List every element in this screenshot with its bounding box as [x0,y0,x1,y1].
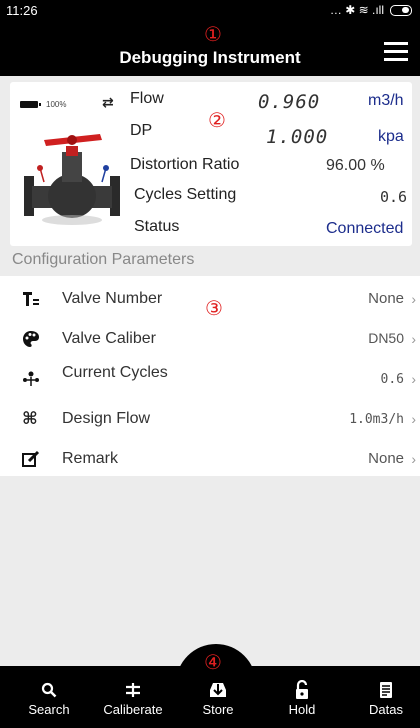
list-item-remark[interactable]: Remark None › [0,438,420,478]
signal-icons: … ✱ ≋ .ıll [329,3,384,17]
edit-icon [22,450,40,467]
chevron-right-icon: › [411,451,416,467]
list-item-design-flow[interactable]: ⌘ Design Flow 1.0m3/h › [0,398,420,438]
valve-number-label: Valve Number [62,290,163,307]
tab-hold-label: Hold [288,702,316,717]
valve-caliber-value: DN50 [368,330,404,346]
page-title: Debugging Instrument [119,48,301,67]
swap-icon[interactable]: ⇄ [102,94,114,111]
status-label: Status [134,218,180,235]
tab-datas-label: Datas [369,702,403,717]
chevron-right-icon: › [411,331,416,347]
device-battery-icon [20,101,41,108]
tab-calibrate[interactable]: Caliberate [91,676,175,717]
dp-label: DP [130,122,153,139]
list-item-current-cycles[interactable]: Current Cycles 0.6 › [0,358,420,398]
status-bar: 11:26 … ✱ ≋ .ıll [0,0,420,22]
tab-search-label: Search [28,702,70,717]
tab-search[interactable]: Search [7,676,91,717]
lock-icon [260,676,344,702]
cycles-icon [23,371,39,386]
chevron-right-icon: › [411,371,416,387]
list-item-valve-caliber[interactable]: Valve Caliber DN50 › [0,318,420,358]
valve-image [24,134,120,225]
flow-label: Flow [130,90,164,107]
device-battery: 100% [20,100,66,109]
distortion-value: 96.00 % [326,157,385,174]
document-icon [344,676,420,702]
cycles-label: Cycles Setting [134,186,237,203]
store-icon [176,676,260,702]
tab-datas[interactable]: Datas [344,676,420,717]
remark-label: Remark [62,450,119,467]
search-icon [7,676,91,702]
valve-caliber-label: Valve Caliber [62,330,156,347]
dp-value: 1.000 [266,126,329,148]
status-time: 11:26 [6,3,38,18]
palette-icon [23,331,39,347]
design-flow-label: Design Flow [62,410,151,427]
annotation-marker-1: ① [204,22,222,46]
current-cycles-value: 0.6 [380,372,404,387]
tab-hold[interactable]: Hold [260,676,344,717]
calibrate-icon [91,676,175,702]
device-card: 100% ⇄ ② Flow 0.960 m3/h DP 1.000 kpa Di… [10,82,412,246]
tab-store-label: Store [202,702,234,717]
flow-value: 0.960 [258,91,321,113]
connection-status: Connected [326,220,404,237]
battery-icon [390,4,412,16]
config-list: ③ Valve Number None › Valve Caliber DN50… [0,276,420,476]
annotation-marker-2: ② [208,108,226,132]
menu-icon[interactable] [384,42,408,62]
app-header: ① Debugging Instrument [0,22,420,76]
current-cycles-label: Current Cycles [62,364,168,381]
dp-unit: kpa [378,128,404,145]
cycles-value: 0.6 [380,188,408,206]
design-flow-value: 1.0m3/h [349,412,404,427]
battery-percent: 100% [46,100,67,109]
valve-number-icon [23,292,39,306]
chevron-right-icon: › [411,291,416,307]
chevron-right-icon: › [411,411,416,427]
tab-calibrate-label: Caliberate [103,702,163,717]
annotation-marker-4: ④ [204,650,222,674]
distortion-label: Distortion Ratio [130,156,240,173]
section-title: Configuration Parameters [12,251,195,268]
valve-number-value: None [368,290,404,307]
tab-store[interactable]: Store [176,676,260,717]
status-icons: … ✱ ≋ .ıll [330,3,412,17]
flow-unit: m3/h [368,92,404,109]
command-icon: ⌘ [22,409,38,428]
remark-value: None [368,450,404,467]
list-item-valve-number[interactable]: Valve Number None › [0,278,420,318]
